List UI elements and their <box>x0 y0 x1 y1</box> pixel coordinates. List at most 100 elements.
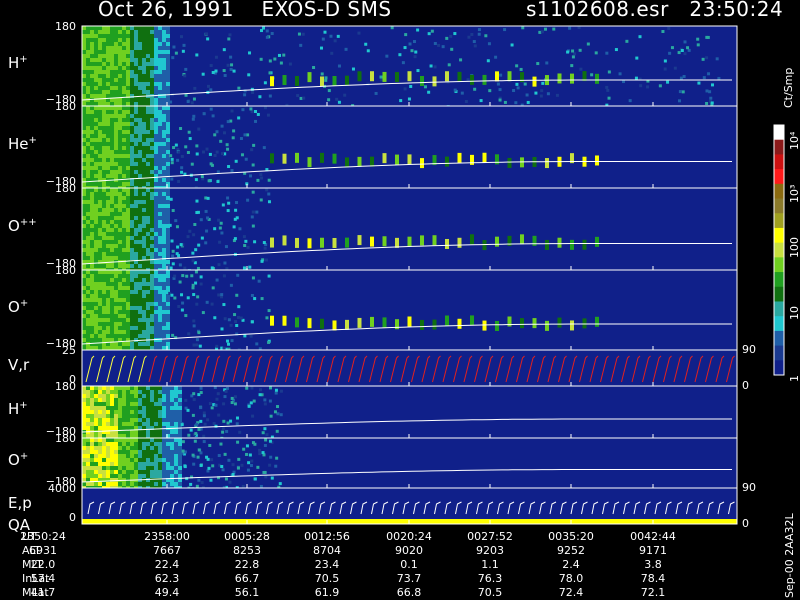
flux-cell <box>217 454 221 458</box>
flux-cell <box>166 278 170 282</box>
flux-cell <box>122 248 126 252</box>
flux-cell <box>82 78 86 82</box>
flux-cell <box>154 330 158 334</box>
flux-cell <box>94 216 98 220</box>
flux-cell <box>106 386 110 390</box>
flux-cell <box>98 188 102 192</box>
flux-cell <box>118 58 122 62</box>
flux-cell <box>118 446 122 450</box>
flux-cell <box>237 86 241 90</box>
flux-cell <box>180 170 184 174</box>
flux-cell <box>86 236 90 240</box>
flux-cell <box>134 270 138 274</box>
flux-cell <box>94 302 98 306</box>
flux-cell <box>170 430 174 434</box>
flux-cell <box>82 90 86 94</box>
flux-cell <box>154 274 158 278</box>
flux-cell <box>197 427 201 431</box>
flux-cell <box>126 216 130 220</box>
flux-cell <box>86 232 90 236</box>
flux-cell <box>134 158 138 162</box>
table-cell: 9203 <box>476 544 504 557</box>
flux-cell <box>190 162 194 166</box>
flux-cell <box>126 74 130 78</box>
flux-cell <box>118 236 122 240</box>
flux-cell <box>174 446 178 450</box>
flux-cell <box>158 70 162 74</box>
flux-cell <box>90 212 94 216</box>
flux-cell <box>98 462 102 466</box>
colorbar-tick-label: 10⁴ <box>788 131 800 150</box>
flux-cell <box>146 138 150 142</box>
flux-cell <box>110 470 114 474</box>
flux-cell <box>130 34 134 38</box>
flux-cell <box>142 286 146 290</box>
flux-cell <box>102 200 106 204</box>
flux-cell <box>82 228 86 232</box>
flux-cell <box>146 146 150 150</box>
flux-cell <box>154 90 158 94</box>
flux-cell <box>158 138 162 142</box>
flux-cell <box>102 182 106 186</box>
flux-cell <box>162 474 166 478</box>
flux-cell <box>162 302 166 306</box>
flux-cell <box>150 294 154 298</box>
flux-cell <box>126 236 130 240</box>
flux-cell <box>158 118 162 122</box>
flux-cell <box>106 90 110 94</box>
flux-cell <box>90 220 94 224</box>
table-cell: 73.7 <box>396 572 422 585</box>
flux-cell <box>158 330 162 334</box>
flux-cell <box>150 270 154 274</box>
flux-cell <box>150 196 154 200</box>
flux-cell <box>142 110 146 114</box>
flux-cell <box>677 51 681 55</box>
flux-cell <box>174 143 178 147</box>
flux-cell <box>162 138 166 142</box>
flux-cell <box>110 338 114 342</box>
flux-cell <box>82 82 86 86</box>
flux-cell <box>142 458 146 462</box>
flux-cell <box>122 216 126 220</box>
flux-cell <box>251 276 255 280</box>
flux-cell <box>90 248 94 252</box>
flux-cell <box>162 470 166 474</box>
flux-cell <box>256 112 260 116</box>
flux-cell <box>186 100 190 104</box>
flux-cell <box>82 470 86 474</box>
flux-cell <box>166 414 170 418</box>
flux-cell <box>142 430 146 434</box>
flux-cell <box>146 306 150 310</box>
flux-cell <box>555 93 559 97</box>
flux-cell <box>166 298 170 302</box>
flux-cell <box>158 26 162 30</box>
flux-cell <box>179 243 183 247</box>
flux-cell <box>114 462 118 466</box>
flux-cell <box>90 446 94 450</box>
flux-cell <box>126 426 130 430</box>
flux-cell <box>223 73 227 77</box>
flux-cell <box>166 236 170 240</box>
flux-cell <box>126 62 130 66</box>
flux-cell <box>210 266 214 270</box>
flux-cell <box>473 44 477 48</box>
flux-cell <box>82 174 86 178</box>
flux-cell <box>175 225 179 229</box>
flux-cell <box>162 346 166 350</box>
flux-cell <box>142 106 146 110</box>
flux-cell <box>110 306 114 310</box>
flux-cell <box>134 74 138 78</box>
flux-cell <box>106 138 110 142</box>
table-cell: 41.7 <box>30 586 56 599</box>
flux-cell <box>98 314 102 318</box>
flux-cell <box>259 173 263 177</box>
flux-cell <box>82 338 86 342</box>
flux-cell <box>94 174 98 178</box>
flux-cell <box>106 102 110 106</box>
flux-cell <box>142 278 146 282</box>
flux-cell <box>130 286 134 290</box>
flux-cell <box>130 204 134 208</box>
flux-cell <box>122 114 126 118</box>
flux-cell <box>178 462 182 466</box>
flux-cell <box>110 182 114 186</box>
